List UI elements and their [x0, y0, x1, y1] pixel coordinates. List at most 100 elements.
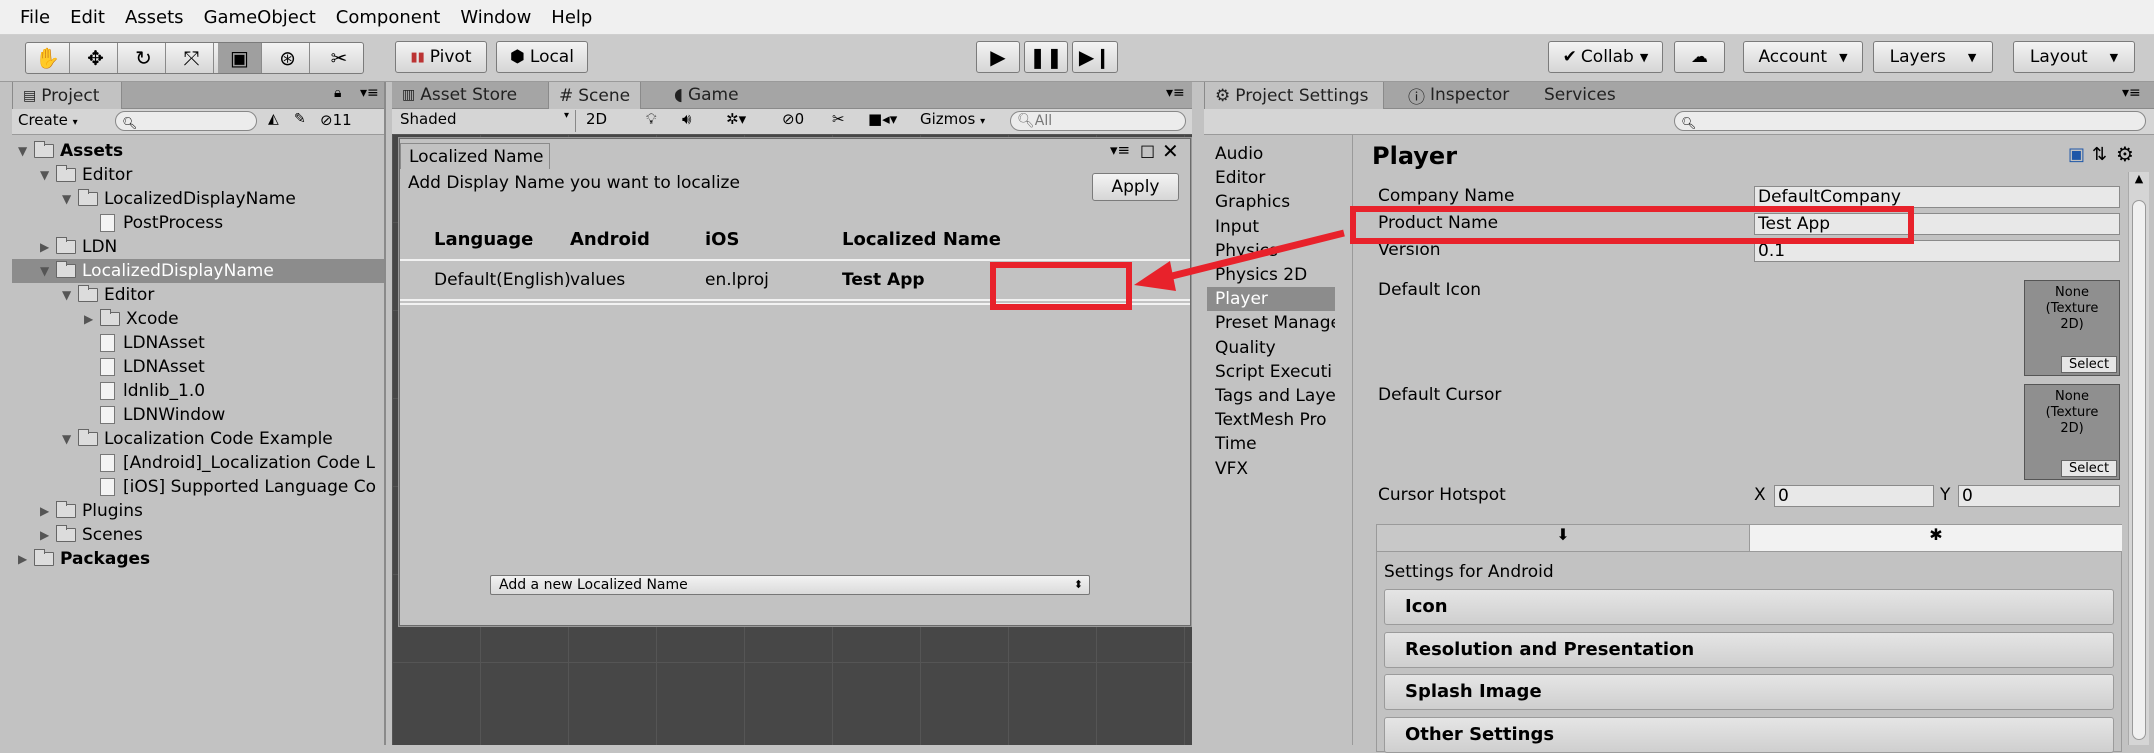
account-button[interactable]: Account ▼ [1743, 41, 1863, 73]
tree-item[interactable]: ▶ Xcode [12, 307, 384, 331]
tree-item[interactable]: LDNAsset [12, 355, 384, 379]
tab-scene[interactable]: # Scene [548, 82, 642, 109]
expanded-arrow-icon[interactable]: ▼ [62, 288, 78, 302]
collapsed-arrow-icon[interactable]: ▶ [40, 240, 56, 254]
settings-category-item[interactable]: Preset Manage [1215, 311, 1335, 335]
settings-category-item[interactable]: Time [1215, 432, 1335, 456]
tree-item[interactable]: PostProcess [12, 211, 384, 235]
layers-button[interactable]: Layers ▼ [1873, 41, 1993, 73]
tree-item[interactable]: [iOS] Supported Language Co [12, 475, 384, 499]
tree-item[interactable]: ▶ Packages [12, 547, 384, 571]
pause-button[interactable]: ❚❚ [1024, 41, 1068, 73]
settings-category-item[interactable]: Audio [1215, 142, 1335, 166]
select-button[interactable]: Select [2061, 460, 2117, 477]
collapsed-arrow-icon[interactable]: ▶ [40, 528, 56, 542]
tools-icon[interactable]: ✂ [832, 110, 845, 128]
settings-category-item[interactable]: Script Executi [1215, 360, 1335, 384]
gizmos-dropdown[interactable]: Gizmos ▾ [920, 110, 985, 128]
hotspot-y-field[interactable]: 0 [1958, 485, 2120, 507]
settings-gear-icon[interactable]: ⚙ [2116, 142, 2134, 166]
tree-item[interactable]: ▶ Scenes [12, 523, 384, 547]
default-icon-slot[interactable]: None (Texture 2D) Select [2024, 280, 2120, 376]
scene-search-input[interactable]: 🔍︎All [1010, 111, 1186, 131]
company-name-field[interactable]: DefaultCompany [1754, 186, 2120, 208]
tab-game[interactable]: ◖ Game [664, 82, 749, 108]
filter-label-icon[interactable]: ✎ [294, 111, 306, 127]
lock-icon[interactable]: 🔒︎ [334, 85, 341, 101]
platform-tab-standalone[interactable]: ⬇ [1377, 525, 1749, 551]
tab-project-settings[interactable]: ⚙ Project Settings [1204, 82, 1384, 109]
layout-button[interactable]: Layout ▼ [2013, 41, 2135, 73]
expanded-arrow-icon[interactable]: ▼ [18, 144, 34, 158]
menu-item-gameobject[interactable]: GameObject [204, 7, 316, 28]
settings-category-item[interactable]: Editor [1215, 166, 1335, 190]
hotspot-x-field[interactable]: 0 [1774, 485, 1934, 507]
step-button[interactable]: ▶❙ [1072, 41, 1118, 73]
tree-item[interactable]: ▼ LocalizedDisplayName [12, 187, 384, 211]
scrollbar[interactable]: ▲ [2128, 172, 2149, 745]
add-localized-name-dropdown[interactable]: Add a new Localized Name ⬍ [490, 575, 1090, 595]
lighting-icon[interactable]: 💡︎ [646, 110, 657, 128]
tree-item[interactable]: [Android]_Localization Code L [12, 451, 384, 475]
menu-item-help[interactable]: Help [551, 7, 592, 28]
settings-search-input[interactable]: 🔍︎ [1674, 111, 2146, 131]
tree-item[interactable]: LDNWindow [12, 403, 384, 427]
table-cell[interactable]: Test App [842, 270, 925, 290]
menu-item-assets[interactable]: Assets [125, 7, 184, 28]
settings-section-header[interactable]: Splash Image [1384, 674, 2114, 710]
hidden-objects-icon[interactable]: ⊘0 [782, 110, 804, 128]
tree-item[interactable]: ldnlib_1.0 [12, 379, 384, 403]
settings-category-item[interactable]: TextMesh Pro [1215, 408, 1335, 432]
effects-icon[interactable]: ✲▾ [726, 110, 746, 128]
menu-item-window[interactable]: Window [460, 7, 531, 28]
scroll-up-icon[interactable]: ▲ [2129, 172, 2149, 185]
tree-item[interactable]: LDNAsset [12, 331, 384, 355]
audio-icon[interactable]: 🔊︎ [682, 110, 691, 128]
tree-item[interactable]: ▶ Plugins [12, 499, 384, 523]
menu-item-edit[interactable]: Edit [70, 7, 105, 28]
expanded-arrow-icon[interactable]: ▼ [62, 432, 78, 446]
rect-tool-icon[interactable]: ▣ [218, 43, 262, 73]
settings-section-header[interactable]: Icon [1384, 589, 2114, 625]
panel-menu-icon[interactable]: ▾≡ [1166, 85, 1185, 101]
menu-item-component[interactable]: Component [336, 7, 441, 28]
rotate-tool-icon[interactable]: ↻ [122, 43, 166, 73]
project-search-input[interactable]: 🔍︎ [115, 111, 257, 131]
expanded-arrow-icon[interactable]: ▼ [62, 192, 78, 206]
hidden-count[interactable]: ⊘11 [320, 111, 352, 129]
settings-category-item[interactable]: Quality [1215, 336, 1335, 360]
custom-tool-icon[interactable]: ✂ [314, 43, 363, 73]
scrollbar-thumb[interactable] [2132, 200, 2146, 740]
mode-2d-button[interactable]: 2D [586, 110, 607, 128]
transform-tool-icon[interactable]: ⊛ [266, 43, 310, 73]
tree-item[interactable]: ▼ Assets [12, 139, 384, 163]
help-icon[interactable]: ▣ [2068, 144, 2085, 165]
shading-dropdown[interactable]: Shaded ▾ [394, 110, 576, 132]
platform-tab-android[interactable]: ✱ [1749, 525, 2122, 551]
local-button[interactable]: ⬢ Local [496, 41, 588, 73]
hand-tool-icon[interactable]: ✋ [26, 43, 70, 73]
collab-button[interactable]: ✔ Collab ▼ [1548, 41, 1663, 73]
expanded-arrow-icon[interactable]: ▼ [40, 168, 56, 182]
tree-item[interactable]: ▼ Localization Code Example [12, 427, 384, 451]
tab-asset-store[interactable]: ▥ Asset Store [392, 82, 527, 108]
panel-menu-icon[interactable]: ▾≡ [2122, 85, 2141, 101]
default-cursor-slot[interactable]: None (Texture 2D) Select [2024, 384, 2120, 480]
select-button[interactable]: Select [2061, 356, 2117, 373]
close-icon[interactable]: ✕ [1162, 139, 1179, 163]
presets-icon[interactable]: ⇅ [2092, 144, 2107, 165]
tab-project[interactable]: ▤ Project [12, 82, 122, 109]
collapsed-arrow-icon[interactable]: ▶ [40, 504, 56, 518]
collapsed-arrow-icon[interactable]: ▶ [84, 312, 100, 326]
play-button[interactable]: ▶ [976, 41, 1020, 73]
panel-menu-icon[interactable]: ▾≡ [360, 85, 379, 101]
window-menu-icon[interactable]: ▾≡ [1110, 141, 1130, 159]
collapsed-arrow-icon[interactable]: ▶ [18, 552, 34, 566]
tree-item[interactable]: ▼ Editor [12, 283, 384, 307]
maximize-icon[interactable]: □ [1140, 141, 1155, 160]
window-tab[interactable]: Localized Name [400, 143, 550, 169]
tree-item[interactable]: ▼ LocalizedDisplayName [12, 259, 384, 283]
settings-section-header[interactable]: Resolution and Presentation [1384, 631, 2114, 668]
scale-tool-icon[interactable]: ⤧ [170, 43, 214, 73]
settings-category-item[interactable]: Graphics [1215, 190, 1335, 214]
